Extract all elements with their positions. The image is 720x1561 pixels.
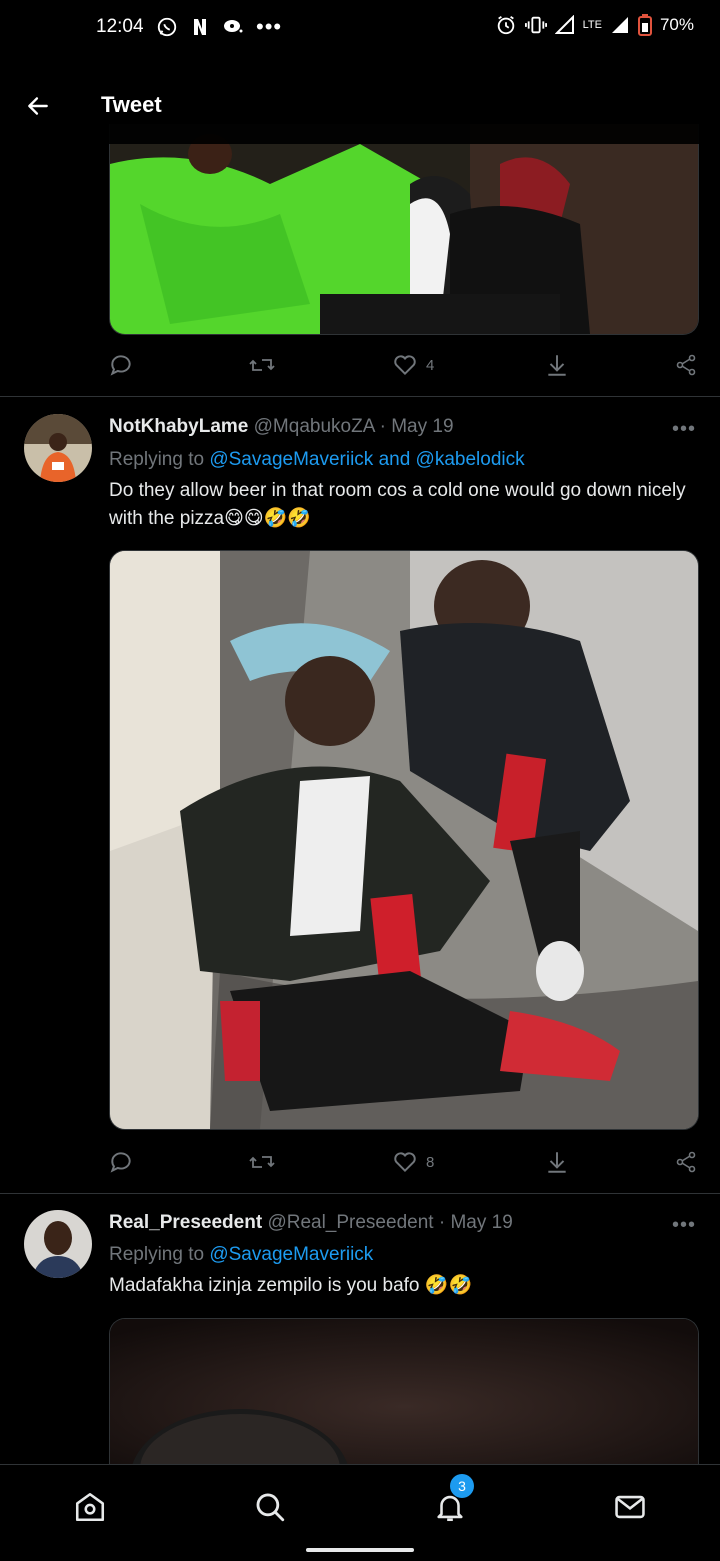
search-icon: [256, 1493, 285, 1522]
alarm-icon: [497, 15, 514, 35]
notifications-badge: 3: [450, 1474, 474, 1498]
avatar-image: [24, 414, 92, 482]
arrow-left-icon: [28, 97, 48, 115]
photo-laughing-men: [110, 551, 698, 1129]
retweet-icon: [249, 359, 275, 371]
nav-search[interactable]: [246, 1483, 294, 1531]
tweet-text: Do they allow beer in that room cos a co…: [109, 480, 686, 529]
bottom-navigation: [0, 1464, 720, 1561]
home-indicator[interactable]: [306, 1548, 414, 1552]
retweet-button[interactable]: [248, 350, 276, 380]
more-notifications-icon: •••: [256, 14, 283, 39]
share-icon: [676, 1151, 696, 1173]
replying-label: Replying to: [109, 449, 205, 470]
nav-home[interactable]: [66, 1483, 114, 1531]
handle[interactable]: @Real_Preseedent: [267, 1212, 433, 1233]
nav-messages[interactable]: [606, 1483, 654, 1531]
separator: ·: [379, 416, 386, 437]
mail-icon: [615, 1495, 645, 1519]
tweet-actions: 8: [108, 1147, 700, 1177]
replying-to-handles[interactable]: @SavageMaveriick and @kabelodick: [209, 449, 524, 470]
signal-icon: [554, 15, 574, 34]
network-type: LTE: [582, 19, 602, 31]
top-app-bar: Tweet: [0, 70, 720, 144]
download-button[interactable]: [544, 1147, 570, 1177]
download-icon: [548, 355, 566, 376]
replying-to: Replying to @SavageMaveriick: [109, 1244, 373, 1266]
like-button[interactable]: 8: [392, 1147, 434, 1177]
like-count: 8: [426, 1153, 435, 1171]
avatar[interactable]: [24, 414, 92, 482]
notification-icons: •••: [156, 14, 282, 40]
reply-icon: [110, 355, 131, 376]
status-bar: 12:04 ••• LTE 70%: [0, 0, 720, 60]
avatar[interactable]: [24, 1210, 92, 1278]
more-options-button[interactable]: •••: [672, 418, 696, 441]
tweet-media[interactable]: [109, 1318, 699, 1465]
retweet-button[interactable]: [248, 1147, 276, 1177]
home-icon: [75, 1492, 105, 1522]
netflix-icon: [194, 19, 206, 35]
back-button[interactable]: [20, 88, 56, 124]
whatsapp-icon: [157, 17, 177, 37]
reply-button[interactable]: [108, 350, 134, 380]
separator: ·: [438, 1212, 446, 1233]
like-button[interactable]: 4: [392, 350, 434, 380]
tweet-media-top[interactable]: [109, 124, 699, 335]
chat-icon: [224, 20, 243, 33]
photo-party: [110, 124, 698, 334]
battery-percent: 70%: [659, 15, 694, 34]
vibrate-icon: [524, 16, 547, 34]
tweet-header: Real_Preseedent @Real_Preseedent · May 1…: [109, 1212, 513, 1234]
like-count: 4: [426, 356, 435, 374]
tweet-actions: 4: [108, 350, 700, 380]
heart-icon: [394, 355, 416, 376]
retweet-icon: [249, 1156, 275, 1168]
replying-to: Replying to @SavageMaveriick and @kabelo…: [109, 449, 525, 471]
display-name[interactable]: Real_Preseedent: [109, 1212, 262, 1233]
share-button[interactable]: [674, 1147, 698, 1177]
page-title: Tweet: [101, 92, 162, 117]
status-time: 12:04: [96, 16, 144, 37]
handle[interactable]: @MqabukoZA: [254, 416, 375, 437]
avatar-image: [24, 1210, 92, 1278]
tweet-date[interactable]: May 19: [450, 1212, 512, 1233]
photo-portrait: [110, 1319, 698, 1465]
heart-icon: [394, 1152, 416, 1173]
reply-button[interactable]: [108, 1147, 134, 1177]
download-icon: [548, 1152, 566, 1173]
tweet-header: NotKhabyLame @MqabukoZA · May 19: [109, 416, 454, 438]
display-name[interactable]: NotKhabyLame: [109, 416, 248, 437]
share-button[interactable]: [674, 350, 698, 380]
tweet-date[interactable]: May 19: [391, 416, 453, 437]
divider: [0, 1193, 720, 1194]
replying-to-handles[interactable]: @SavageMaveriick: [209, 1244, 373, 1265]
share-icon: [676, 354, 696, 376]
replying-label: Replying to: [109, 1244, 205, 1265]
tweet-text: Madafakha izinja zempilo is you bafo 🤣🤣: [109, 1275, 473, 1296]
signal-icon-2: [611, 17, 628, 33]
system-icons: LTE 70%: [495, 14, 694, 36]
more-options-button[interactable]: •••: [672, 1214, 696, 1237]
tweet-media[interactable]: [109, 550, 699, 1130]
battery-icon: [637, 14, 652, 36]
divider: [0, 396, 720, 397]
download-button[interactable]: [544, 350, 570, 380]
reply-icon: [110, 1152, 131, 1173]
